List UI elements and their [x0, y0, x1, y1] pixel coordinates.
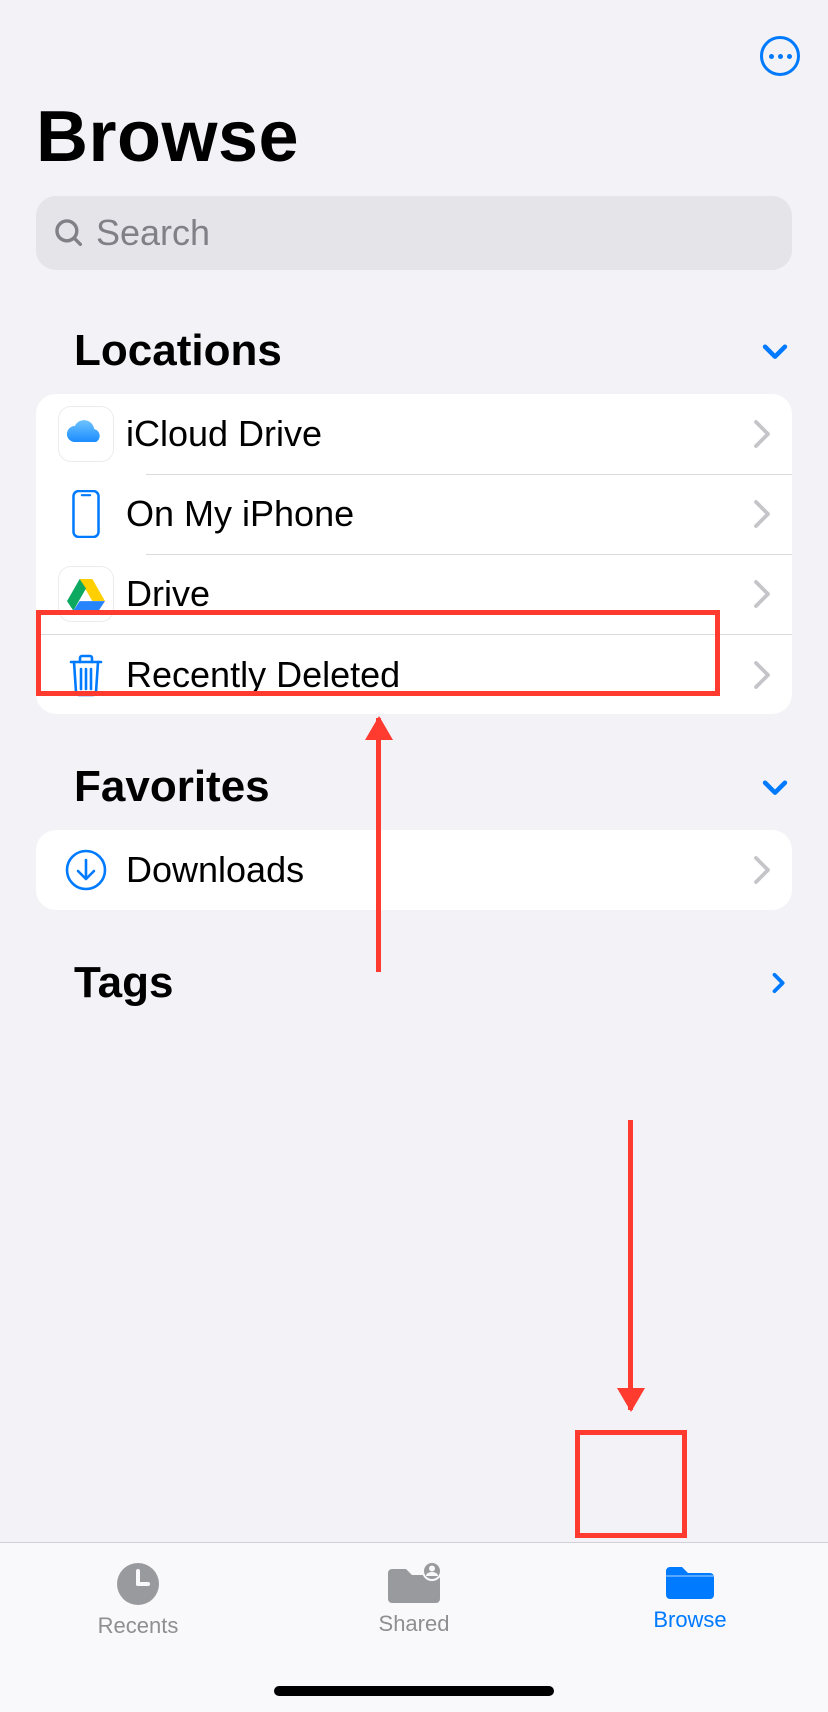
favorites-header[interactable]: Favorites: [0, 714, 828, 830]
location-row-on-my-iphone[interactable]: On My iPhone: [36, 474, 792, 554]
tab-label: Browse: [653, 1607, 726, 1633]
chevron-right-icon: [752, 499, 772, 529]
favorite-row-downloads[interactable]: Downloads: [36, 830, 792, 910]
search-icon: [52, 216, 86, 250]
tab-browse[interactable]: Browse: [552, 1553, 828, 1712]
favorites-list: Downloads: [36, 830, 792, 910]
google-drive-icon: [59, 567, 113, 621]
location-row-drive[interactable]: Drive: [36, 554, 792, 634]
favorites-title: Favorites: [74, 762, 270, 812]
locations-title: Locations: [74, 326, 282, 376]
location-label: Drive: [126, 573, 752, 615]
folder-icon: [664, 1561, 716, 1601]
chevron-right-icon: [752, 579, 772, 609]
search-input[interactable]: [96, 212, 776, 254]
page-title: Browse: [0, 96, 828, 196]
shared-folder-icon: [386, 1561, 442, 1605]
favorite-label: Downloads: [126, 849, 752, 891]
tags-header[interactable]: Tags: [0, 910, 828, 1026]
iphone-icon: [70, 490, 102, 538]
annotation-box-browse-tab: [575, 1430, 687, 1538]
more-options-button[interactable]: [760, 36, 800, 76]
clock-icon: [115, 1561, 161, 1607]
home-indicator: [274, 1686, 554, 1696]
location-row-recently-deleted[interactable]: Recently Deleted: [36, 634, 792, 714]
chevron-right-icon: [752, 660, 772, 690]
location-label: On My iPhone: [126, 493, 752, 535]
chevron-right-icon: [752, 855, 772, 885]
ellipsis-icon: [769, 54, 774, 59]
chevron-right-icon: [752, 419, 772, 449]
location-label: Recently Deleted: [126, 654, 752, 696]
tags-title: Tags: [74, 958, 173, 1008]
trash-icon: [66, 653, 106, 697]
annotation-arrow-down: [628, 1120, 633, 1410]
search-container: [0, 196, 828, 300]
chevron-down-icon: [758, 334, 792, 368]
locations-list: iCloud Drive On My iPhone Drive: [36, 394, 792, 714]
tab-label: Shared: [379, 1611, 450, 1637]
top-bar: [0, 0, 828, 96]
locations-header[interactable]: Locations: [0, 300, 828, 394]
tab-recents[interactable]: Recents: [0, 1553, 276, 1712]
icloud-drive-icon: [59, 407, 113, 461]
location-label: iCloud Drive: [126, 413, 752, 455]
download-circle-icon: [65, 849, 107, 891]
location-row-icloud-drive[interactable]: iCloud Drive: [36, 394, 792, 474]
chevron-down-icon: [758, 770, 792, 804]
tab-label: Recents: [98, 1613, 179, 1639]
chevron-right-icon: [764, 966, 792, 1000]
search-field[interactable]: [36, 196, 792, 270]
